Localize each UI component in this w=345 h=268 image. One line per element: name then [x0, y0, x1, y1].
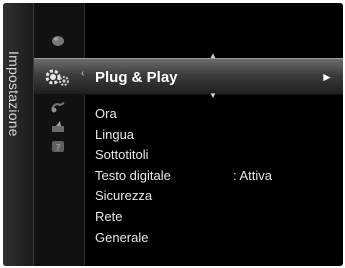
scroll-down-icon[interactable]: ▼: [209, 91, 217, 100]
setup-gear-icon[interactable]: [43, 66, 71, 88]
application-icon[interactable]: [50, 120, 66, 134]
menu-item-label: Lingua: [95, 126, 135, 142]
right-arrow-icon[interactable]: ►: [321, 70, 333, 84]
menu-item-rete[interactable]: Rete: [95, 207, 335, 228]
menu-title-vertical: Impostazione: [6, 51, 22, 137]
menu-item-label: Sicurezza: [95, 188, 153, 204]
menu-item-ora[interactable]: Ora: [95, 104, 335, 125]
menu-item-label: Rete: [95, 208, 123, 224]
menu-item-sicurezza[interactable]: Sicurezza: [95, 186, 335, 207]
left-pointer-icon: ‹: [81, 68, 85, 79]
category-icon-column: ?: [34, 3, 85, 266]
menu-item-label: Sottotitoli: [95, 147, 149, 163]
tv-menu-screen: Impostazione ? ‹ ▲ Plug & Play ► ▼ Ora L…: [0, 0, 345, 268]
menu-item-label: Ora: [95, 106, 117, 121]
support-icon[interactable]: ?: [50, 140, 66, 154]
submenu-list: Ora Lingua Sottotitoli Testo digitale : …: [95, 104, 335, 248]
menu-panel: Impostazione ? ‹ ▲ Plug & Play ► ▼ Ora L…: [3, 3, 343, 266]
menu-item-value: : Attiva: [233, 167, 273, 183]
menu-item-testo-digitale[interactable]: Testo digitale : Attiva: [95, 166, 335, 187]
scroll-up-icon[interactable]: ▲: [209, 51, 217, 60]
picture-icon[interactable]: [50, 34, 66, 48]
svg-text:?: ?: [56, 144, 61, 154]
vertical-title-column: Impostazione: [3, 3, 34, 266]
menu-item-sottotitoli[interactable]: Sottotitoli: [95, 145, 335, 166]
menu-item-generale[interactable]: Generale: [95, 228, 335, 249]
top-empty-area: [85, 3, 343, 57]
input-icon[interactable]: [50, 100, 66, 114]
menu-item-label: Testo digitale: [95, 167, 171, 183]
menu-item-lingua[interactable]: Lingua: [95, 125, 335, 146]
menu-item-label: Generale: [95, 229, 149, 245]
selected-item-label[interactable]: Plug & Play: [95, 69, 178, 86]
